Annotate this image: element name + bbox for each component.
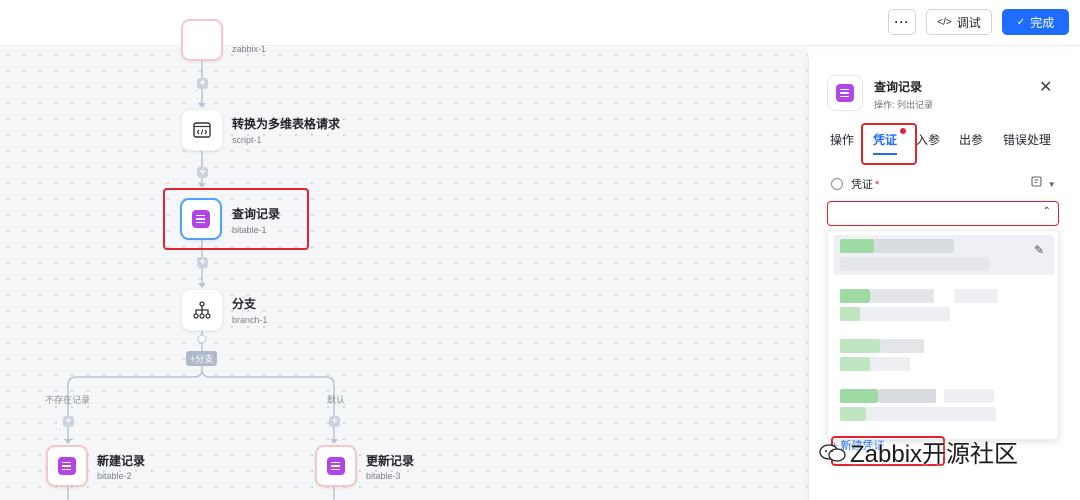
- update-node-icon[interactable]: [315, 445, 357, 487]
- credential-option[interactable]: ✎: [834, 235, 1054, 275]
- flow-connectors: [64, 61, 338, 500]
- add-step-plus[interactable]: +: [329, 416, 340, 427]
- branch-node-title: 分支: [232, 297, 257, 311]
- tab-error-handling[interactable]: 错误处理: [1003, 131, 1051, 148]
- create-node-title: 新建记录: [97, 454, 146, 468]
- top-toolbar: ··· </> 调试 ✓ 完成: [0, 0, 1080, 46]
- required-mark: *: [875, 179, 880, 191]
- query-node-icon[interactable]: [180, 198, 222, 240]
- branch-icon: [193, 301, 211, 319]
- update-node-title: 更新记录: [366, 454, 415, 468]
- zabbix-node-icon[interactable]: [181, 19, 223, 61]
- update-node-sub: bitable-3: [366, 471, 401, 481]
- panel-node-icon: [827, 75, 863, 111]
- close-icon[interactable]: ✕: [1039, 77, 1052, 97]
- credential-radio[interactable]: [831, 178, 843, 190]
- tab-highlight: [861, 123, 917, 165]
- bitable-icon: [836, 84, 854, 102]
- debug-label: 调试: [956, 15, 981, 30]
- bitable-icon: [58, 457, 76, 475]
- watermark: Zabbix开源社区: [850, 434, 1018, 469]
- document-icon: [1031, 176, 1042, 187]
- flow-canvas[interactable]: zabbix-1 + 转换为多维表格请求 script-1 + 查询记录 bit…: [0, 19, 808, 500]
- watermark-text: Zabbix开源社区: [850, 441, 1019, 468]
- query-node-sub: bitable-1: [232, 225, 267, 235]
- tab-input[interactable]: 入参: [916, 131, 940, 148]
- panel-subtitle: 操作: 列出记录: [874, 100, 934, 110]
- more-label: ···: [894, 15, 910, 29]
- credential-select[interactable]: ⌃: [827, 201, 1059, 226]
- add-branch-button[interactable]: +分支: [186, 351, 218, 366]
- script-node-icon[interactable]: [181, 109, 223, 151]
- branch-right-label: 默认: [327, 395, 346, 405]
- bitable-icon: [327, 457, 345, 475]
- edit-icon[interactable]: ✎: [1034, 243, 1044, 257]
- code-icon: [193, 122, 211, 138]
- tab-output[interactable]: 出参: [959, 131, 983, 148]
- branch-left-label: 不存在记录: [45, 395, 91, 405]
- code-icon: </>: [937, 16, 952, 28]
- add-step-plus[interactable]: +: [63, 416, 74, 427]
- credential-label: 凭证 *: [851, 176, 879, 192]
- chevron-down-icon: ▼: [1047, 180, 1056, 189]
- more-button[interactable]: ···: [888, 9, 916, 35]
- done-label: 完成: [1030, 15, 1055, 30]
- check-icon: ✓: [1016, 16, 1026, 28]
- credential-option[interactable]: [834, 335, 1054, 375]
- add-step-plus[interactable]: +: [197, 257, 208, 268]
- debug-button[interactable]: </> 调试: [926, 9, 992, 35]
- bitable-icon: [192, 210, 210, 228]
- create-node-icon[interactable]: [46, 445, 88, 487]
- branch-node-sub: branch-1: [232, 315, 268, 325]
- create-node-sub: bitable-2: [97, 471, 132, 481]
- credential-label-text: 凭证: [851, 179, 873, 191]
- script-node-title: 转换为多维表格请求: [232, 117, 341, 131]
- credential-option[interactable]: [834, 285, 1054, 325]
- panel-title: 查询记录: [874, 80, 923, 94]
- wechat-icon: [819, 444, 846, 462]
- zabbix-node-sub: zabbix-1: [232, 44, 267, 54]
- branch-node-icon[interactable]: [181, 289, 223, 331]
- add-step-plus[interactable]: +: [197, 167, 208, 178]
- credential-option[interactable]: [834, 385, 1054, 425]
- add-step-plus[interactable]: +: [197, 78, 208, 89]
- credential-dropdown: ✎: [827, 230, 1059, 440]
- credential-type-dropdown[interactable]: ▼: [1031, 176, 1056, 190]
- tab-operation[interactable]: 操作: [830, 131, 854, 148]
- chevron-up-icon: ⌃: [1042, 206, 1051, 217]
- done-button[interactable]: ✓ 完成: [1002, 9, 1069, 35]
- query-node-title: 查询记录: [232, 207, 281, 221]
- script-node-sub: script-1: [232, 135, 262, 145]
